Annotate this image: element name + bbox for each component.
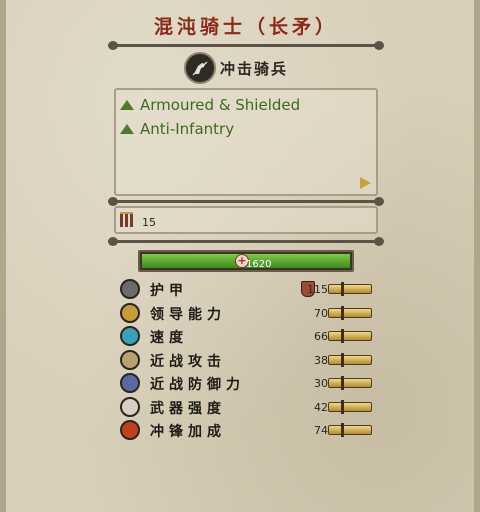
stat-bar-marker	[341, 305, 344, 320]
stat-name: 近战攻击	[150, 353, 226, 370]
stat-bar-marker	[341, 376, 344, 390]
unit-class-label: 冲击骑兵	[220, 60, 289, 78]
stat-bar-marker	[341, 329, 344, 343]
health-bar: + 1620	[138, 250, 354, 272]
stat-row[interactable]: 近战攻击 38	[118, 349, 378, 371]
stat-name: 冲锋加成	[150, 424, 226, 440]
horse-head-icon	[184, 52, 216, 84]
next-arrow-icon[interactable]	[360, 177, 371, 189]
section-divider	[108, 197, 384, 206]
green-triangle-icon	[120, 100, 134, 110]
melee-attack-icon	[120, 349, 140, 370]
stat-bar-marker	[341, 423, 344, 437]
stat-bar	[328, 423, 372, 437]
stat-value: 38	[314, 353, 328, 367]
stat-name: 武器强度	[150, 400, 226, 417]
leadership-icon	[120, 302, 140, 323]
stat-row[interactable]: 护甲 115	[118, 278, 378, 300]
attribute-label: Armoured & Shielded	[140, 96, 301, 114]
speed-icon	[120, 326, 140, 346]
stat-bar-marker	[341, 399, 344, 414]
attribute-label: Anti-Infantry	[140, 120, 235, 138]
attribute-armoured-shielded[interactable]: Armoured & Shielded	[120, 96, 300, 114]
unit-name: 混沌骑士（长矛）	[153, 16, 338, 38]
stat-bar-marker	[341, 352, 344, 367]
section-divider	[108, 237, 384, 246]
green-triangle-icon	[120, 124, 134, 134]
stat-name: 速度	[150, 330, 188, 346]
stat-bar	[328, 282, 372, 296]
weapon-strength-icon	[120, 396, 140, 417]
stat-value: 66	[314, 330, 328, 343]
stat-row[interactable]: 冲锋加成 74	[118, 419, 378, 441]
stat-row[interactable]: 武器强度 42	[118, 396, 378, 418]
stat-bar	[328, 399, 372, 414]
title-divider	[108, 41, 384, 50]
health-value: 1620	[246, 259, 272, 270]
stat-bar	[328, 305, 372, 320]
stat-bar	[328, 329, 372, 343]
stat-value: 115	[307, 283, 328, 296]
stat-name: 护甲	[150, 283, 188, 299]
stat-row[interactable]: 领导能力 70	[118, 302, 378, 324]
stat-name: 近战防御力	[150, 377, 245, 393]
stat-bar	[328, 352, 372, 367]
soldiers-icon	[119, 210, 139, 232]
attribute-anti-infantry[interactable]: Anti-Infantry	[120, 120, 234, 138]
stat-bar-marker	[341, 282, 344, 296]
stat-row[interactable]: 速度 66	[118, 325, 378, 347]
armour-icon	[120, 279, 140, 299]
stat-value: 42	[314, 400, 328, 414]
stat-value: 74	[314, 424, 328, 437]
melee-defence-icon	[120, 373, 140, 393]
stat-value: 30	[314, 377, 328, 390]
stat-name: 领导能力	[150, 306, 226, 323]
unit-card: 混沌骑士（长矛） 冲击骑兵 Armoured & Shielded Anti-I…	[0, 0, 480, 512]
charge-bonus-icon	[120, 420, 140, 440]
stat-bar	[328, 376, 372, 390]
soldiers-count: 15	[142, 216, 156, 229]
stat-value: 70	[314, 306, 328, 320]
stat-row[interactable]: 近战防御力 30	[118, 372, 378, 394]
